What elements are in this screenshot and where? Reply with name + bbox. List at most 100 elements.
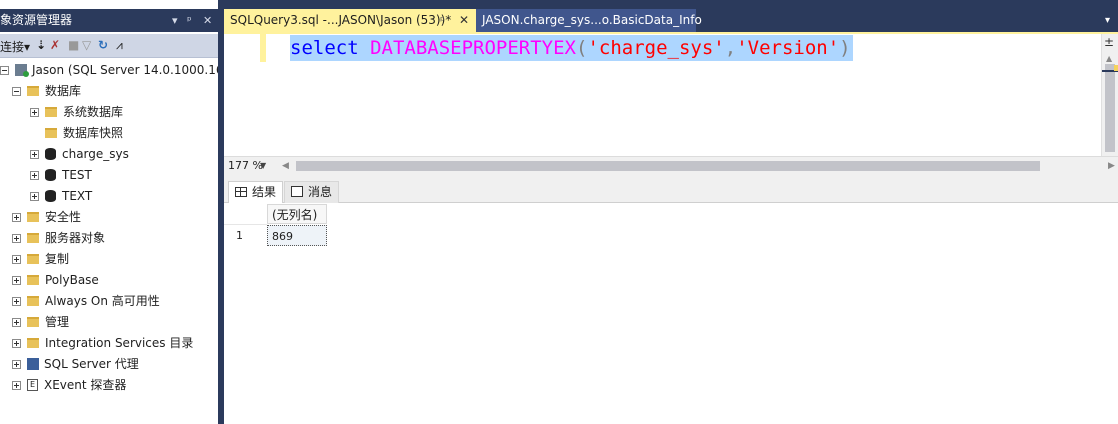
- function-databasepropertyex: DATABASEPROPERTYEX: [370, 37, 576, 59]
- column-header[interactable]: (无列名): [267, 204, 327, 224]
- expand-icon[interactable]: [12, 213, 21, 222]
- refresh-icon[interactable]: ↻: [98, 38, 108, 52]
- tree-node-always-on[interactable]: Always On 高可用性: [12, 291, 160, 312]
- string-version: 'Version': [736, 37, 840, 59]
- keyword-select: select: [290, 37, 359, 59]
- tab-label: JASON.charge_sys...o.BasicData_Info: [482, 13, 702, 27]
- expand-icon[interactable]: [12, 339, 21, 348]
- expand-icon[interactable]: [12, 297, 21, 306]
- tree-node-label: Integration Services 目录: [45, 336, 194, 350]
- comma: ,: [724, 37, 737, 59]
- tree-node-label: charge_sys: [62, 147, 129, 161]
- xevent-icon: E: [27, 378, 38, 391]
- tree-node-label: Always On 高可用性: [45, 294, 160, 308]
- zoom-dropdown-icon[interactable]: ▼: [260, 158, 266, 174]
- folder-icon: [27, 337, 39, 348]
- tree-node-label: 数据库: [45, 84, 82, 98]
- activity-monitor-icon[interactable]: ⩘: [116, 38, 123, 53]
- tree-node-security[interactable]: 安全性: [12, 207, 81, 228]
- collapse-icon[interactable]: [0, 66, 9, 75]
- tree-node-system-databases[interactable]: 系统数据库: [30, 102, 123, 123]
- query-editor[interactable]: select DATABASEPROPERTYEX('charge_sys','…: [224, 34, 1118, 156]
- result-cell[interactable]: 869: [267, 225, 327, 246]
- folder-icon: [27, 295, 39, 306]
- folder-icon: [27, 274, 39, 285]
- object-explorer-panel: 象资源管理器 ▾ ᵖ ✕ 连接▾ ⇣ ✗ ■ ▽ ↻ ⩘ Jason (SQL …: [0, 0, 247, 424]
- tab-messages[interactable]: 消息: [284, 181, 339, 203]
- folder-icon: [27, 232, 39, 243]
- document-tab-strip: SQLQuery3.sql -...JASON\Jason (53))* ᵖ ✕…: [224, 9, 1118, 32]
- expand-icon[interactable]: [12, 276, 21, 285]
- tree-node-polybase[interactable]: PolyBase: [12, 270, 99, 291]
- scroll-up-icon[interactable]: ▲: [1106, 54, 1112, 63]
- pin-tab-icon[interactable]: ᵖ: [440, 9, 445, 32]
- connect-button[interactable]: 连接▾: [0, 38, 30, 55]
- open-paren: (: [576, 37, 588, 59]
- tree-node-xevent-profiler[interactable]: E XEvent 探查器: [12, 375, 126, 396]
- tree-node-server-objects[interactable]: 服务器对象: [12, 228, 105, 249]
- auto-hide-pin-icon[interactable]: ᵖ: [187, 9, 192, 32]
- row-number[interactable]: 1: [224, 225, 267, 246]
- tree-node-server[interactable]: Jason (SQL Server 14.0.1000.169 - J: [0, 60, 247, 81]
- tree-node-database-snapshots[interactable]: 数据库快照: [45, 123, 123, 144]
- expand-icon[interactable]: [12, 360, 21, 369]
- tree-node-label: PolyBase: [45, 273, 99, 287]
- results-tab-strip: 结果 消息: [224, 175, 1118, 203]
- editor-vertical-scrollbar[interactable]: ± ▲: [1101, 34, 1118, 156]
- expand-icon[interactable]: [12, 381, 21, 390]
- tree-node-label: XEvent 探查器: [44, 378, 127, 392]
- collapse-icon[interactable]: [12, 87, 21, 96]
- scroll-right-icon[interactable]: ▶: [1108, 158, 1115, 174]
- tab-results[interactable]: 结果: [228, 181, 283, 203]
- tree-node-label: TEST: [62, 168, 92, 182]
- horizontal-scrollbar-thumb[interactable]: [296, 161, 1040, 171]
- expand-icon[interactable]: [30, 192, 39, 201]
- server-icon: [15, 63, 29, 77]
- scroll-left-icon[interactable]: ◀: [282, 158, 289, 174]
- sql-agent-icon: [27, 357, 39, 370]
- folder-icon: [27, 211, 39, 222]
- results-grid: (无列名) 1 869: [224, 203, 1118, 424]
- editor-gutter: [224, 34, 254, 156]
- folder-icon: [45, 106, 57, 117]
- tree-node-label: 安全性: [45, 210, 82, 224]
- tree-node-test[interactable]: TEST: [30, 165, 92, 186]
- tree-node-sql-server-agent[interactable]: SQL Server 代理: [12, 354, 139, 375]
- tab-basicdata-info[interactable]: JASON.charge_sys...o.BasicData_Info: [476, 9, 702, 32]
- tree-node-databases[interactable]: 数据库: [12, 81, 81, 102]
- tree-node-label: 服务器对象: [45, 231, 106, 245]
- tree-node-replication[interactable]: 复制: [12, 249, 69, 270]
- close-tab-icon[interactable]: ✕: [459, 9, 469, 32]
- folder-icon: [45, 127, 57, 138]
- tree-node-label: Jason (SQL Server 14.0.1000.169 - J: [32, 63, 247, 77]
- tab-sqlquery3[interactable]: SQLQuery3.sql -...JASON\Jason (53))* ᵖ ✕: [224, 9, 476, 32]
- tree-node-label: 系统数据库: [63, 105, 124, 119]
- expand-icon[interactable]: [30, 108, 39, 117]
- scrollbar-thumb[interactable]: [1105, 64, 1115, 152]
- object-explorer-title: 象资源管理器: [0, 13, 73, 27]
- window-position-dropdown-icon[interactable]: ▾: [172, 9, 178, 32]
- messages-icon: [291, 186, 303, 197]
- connect-icon[interactable]: ⇣: [36, 38, 46, 52]
- tree-node-charge-sys[interactable]: charge_sys: [30, 144, 129, 165]
- changed-line-marker: [260, 34, 266, 62]
- expand-icon[interactable]: [12, 255, 21, 264]
- close-panel-icon[interactable]: ✕: [203, 9, 212, 32]
- tree-node-label: 复制: [45, 252, 70, 266]
- split-editor-icon[interactable]: ±: [1104, 36, 1116, 48]
- expand-icon[interactable]: [30, 150, 39, 159]
- tree-node-text[interactable]: TEXT: [30, 186, 92, 207]
- stop-icon[interactable]: ■: [68, 38, 79, 52]
- tree-node-label: TEXT: [62, 189, 93, 203]
- tab-dropdown-icon[interactable]: ▾: [1105, 9, 1110, 32]
- tab-results-label: 结果: [252, 185, 277, 199]
- expand-icon[interactable]: [12, 234, 21, 243]
- expand-icon[interactable]: [30, 171, 39, 180]
- disconnect-icon[interactable]: ✗: [50, 38, 60, 52]
- expand-icon[interactable]: [12, 318, 21, 327]
- filter-icon[interactable]: ▽: [82, 38, 91, 52]
- sql-code-line[interactable]: select DATABASEPROPERTYEX('charge_sys','…: [290, 35, 853, 61]
- tree-node-integration-services[interactable]: Integration Services 目录: [12, 333, 193, 354]
- grid-icon: [235, 186, 247, 197]
- tree-node-management[interactable]: 管理: [12, 312, 69, 333]
